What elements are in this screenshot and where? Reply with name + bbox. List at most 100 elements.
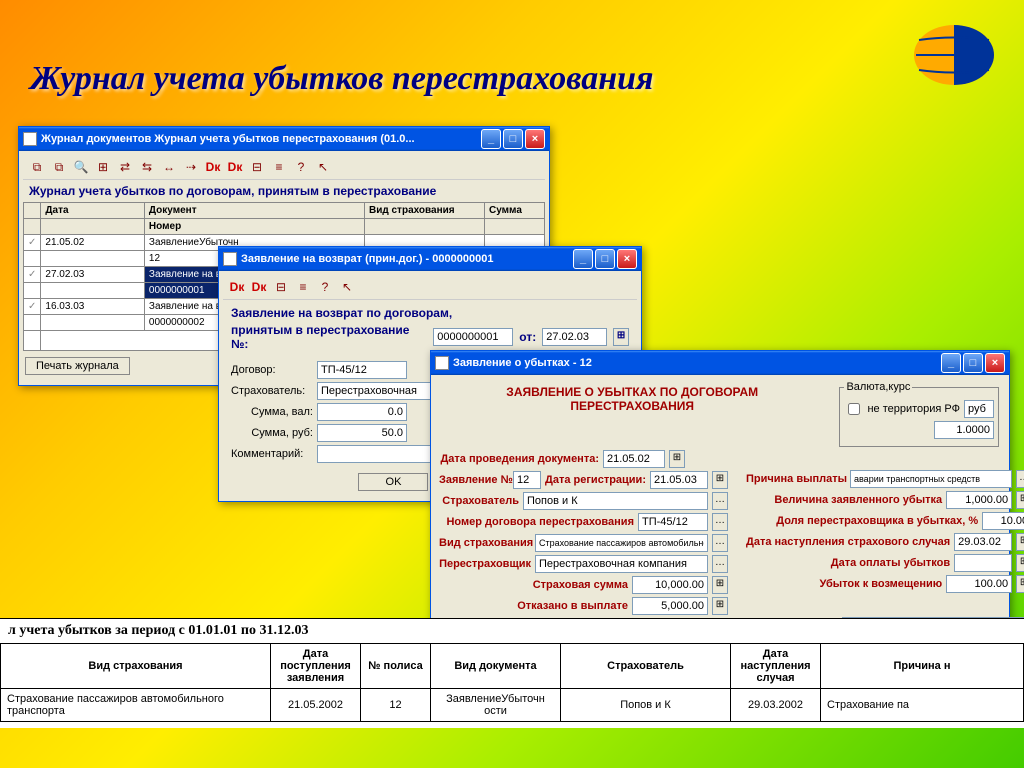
close-button[interactable]: ×	[525, 129, 545, 149]
calc-button[interactable]: ⊞	[712, 576, 728, 594]
date-picker-button[interactable]: ⊞	[613, 328, 629, 346]
ins-sum-input[interactable]	[632, 576, 708, 594]
payment-date-input[interactable]	[954, 554, 1012, 572]
ins-type-input[interactable]	[535, 534, 708, 552]
titlebar-loss[interactable]: Заявление о убытках - 12 _ □ ×	[431, 351, 1009, 375]
lookup-button[interactable]: …	[712, 555, 728, 573]
calc-button[interactable]: ⊞	[1016, 575, 1024, 593]
title-text: Заявление о убытках - 12	[453, 357, 592, 369]
not-rf-label: не территория РФ	[867, 403, 960, 415]
toolbar-icon[interactable]: ≡	[295, 279, 311, 295]
print-journal-button[interactable]: Печать журнала	[25, 357, 130, 375]
minimize-button[interactable]: _	[573, 249, 593, 269]
report-preview: л учета убытков за период с 01.01.01 по …	[0, 618, 1024, 728]
help-icon[interactable]: ?	[317, 279, 333, 295]
date-doc-input[interactable]	[603, 450, 665, 468]
date-picker-button[interactable]: ⊞	[712, 471, 728, 489]
ok-button[interactable]: OK	[358, 473, 428, 491]
report-row: Страхование пассажиров автомобильного тр…	[1, 689, 1024, 722]
col-doc[interactable]: Документ	[144, 203, 364, 219]
not-rf-checkbox[interactable]	[848, 403, 860, 415]
toolbar: ⧉ ⧉ 🔍 ⊞ ⇄ ⇆ ↔ ⇢ Dк Dк ⊟ ≡ ? ↖	[23, 155, 545, 180]
toolbar-icon[interactable]: Dк	[227, 159, 243, 175]
contract-input[interactable]	[638, 513, 708, 531]
reason-input[interactable]	[850, 470, 1012, 488]
col-date[interactable]: Дата	[41, 203, 145, 219]
lookup-button[interactable]: …	[712, 513, 728, 531]
comment-label: Комментарий:	[231, 448, 313, 460]
page-title: Журнал учета убытков перестрахования	[30, 60, 654, 98]
toolbar-icon[interactable]: ↔	[161, 159, 177, 175]
toolbar-icon[interactable]: ⇆	[139, 159, 155, 175]
toolbar-icon[interactable]: ⧉	[29, 159, 45, 175]
title-text: Заявление на возврат (прин.дог.) - 00000…	[241, 253, 493, 265]
date-picker-button[interactable]: ⊞	[1016, 533, 1024, 551]
refused-input[interactable]	[632, 597, 708, 615]
lookup-button[interactable]: …	[712, 492, 728, 510]
toolbar: Dк Dк ⊟ ≡ ? ↖	[223, 275, 637, 300]
sumrub-label: Сумма, руб:	[231, 427, 313, 439]
ot-label: от:	[519, 330, 536, 344]
compensation-input[interactable]	[946, 575, 1012, 593]
journal-heading: Журнал учета убытков по договорам, приня…	[23, 180, 545, 202]
lookup-button[interactable]: …	[1016, 470, 1024, 488]
date-picker-button[interactable]: ⊞	[669, 450, 685, 468]
close-button[interactable]: ×	[985, 353, 1005, 373]
toolbar-icon[interactable]: Dк	[251, 279, 267, 295]
reg-date-input[interactable]	[650, 471, 708, 489]
maximize-button[interactable]: □	[963, 353, 983, 373]
strah-label: Страхователь:	[231, 385, 313, 397]
return-date-input[interactable]	[542, 328, 607, 346]
col-kind[interactable]: Вид страхования	[365, 203, 485, 219]
maximize-button[interactable]: □	[595, 249, 615, 269]
return-number-input[interactable]	[433, 328, 513, 346]
toolbar-icon[interactable]: ⧉	[51, 159, 67, 175]
incident-date-input[interactable]	[954, 533, 1012, 551]
minimize-button[interactable]: _	[941, 353, 961, 373]
col-sum[interactable]: Сумма	[485, 203, 545, 219]
currency-input[interactable]	[964, 400, 994, 418]
rate-input[interactable]	[934, 421, 994, 439]
maximize-button[interactable]: □	[503, 129, 523, 149]
toolbar-icon[interactable]: ≡	[271, 159, 287, 175]
app-number-input[interactable]	[513, 471, 541, 489]
close-button[interactable]: ×	[617, 249, 637, 269]
app-icon	[223, 252, 237, 266]
toolbar-icon[interactable]: Dк	[229, 279, 245, 295]
sumval-input[interactable]	[317, 403, 407, 421]
col-num[interactable]: Номер	[144, 219, 364, 235]
help-icon[interactable]: ?	[293, 159, 309, 175]
app-icon	[23, 132, 37, 146]
share-input[interactable]	[982, 512, 1024, 530]
loss-heading: ЗАЯВЛЕНИЕ О УБЫТКАХ ПО ДОГОВОРАМ ПЕРЕСТР…	[439, 381, 825, 417]
sumrub-input[interactable]	[317, 424, 407, 442]
calc-button[interactable]: ⊞	[1016, 491, 1024, 509]
minimize-button[interactable]: _	[481, 129, 501, 149]
insurer-input[interactable]	[523, 492, 708, 510]
toolbar-icon[interactable]: ⊞	[95, 159, 111, 175]
toolbar-icon[interactable]: ⇄	[117, 159, 133, 175]
pointer-icon[interactable]: ↖	[339, 279, 355, 295]
heading-line2: принятым в перестрахование №:	[231, 323, 427, 351]
currency-legend: Валюта,курс	[844, 381, 912, 393]
calc-button[interactable]: ⊞	[712, 597, 728, 615]
lookup-button[interactable]: …	[712, 534, 728, 552]
heading-line1: Заявление на возврат по договорам,	[231, 306, 452, 320]
brand-logo	[904, 20, 1004, 90]
titlebar-journal[interactable]: Журнал документов Журнал учета убытков п…	[19, 127, 549, 151]
toolbar-icon[interactable]: ⊟	[273, 279, 289, 295]
sumval-label: Сумма, вал:	[231, 406, 313, 418]
toolbar-icon[interactable]: 🔍	[73, 159, 89, 175]
loss-amount-input[interactable]	[946, 491, 1012, 509]
app-icon	[435, 356, 449, 370]
date-picker-button[interactable]: ⊞	[1016, 554, 1024, 572]
pointer-icon[interactable]: ↖	[315, 159, 331, 175]
report-table: Вид страхования Дата поступления заявлен…	[0, 643, 1024, 722]
titlebar-return[interactable]: Заявление на возврат (прин.дог.) - 00000…	[219, 247, 641, 271]
toolbar-icon[interactable]: ⇢	[183, 159, 199, 175]
toolbar-icon[interactable]: Dк	[205, 159, 221, 175]
toolbar-icon[interactable]: ⊟	[249, 159, 265, 175]
reinsurer-input[interactable]	[535, 555, 708, 573]
report-title: л учета убытков за период с 01.01.01 по …	[0, 619, 1024, 643]
dogovor-input[interactable]	[317, 361, 407, 379]
